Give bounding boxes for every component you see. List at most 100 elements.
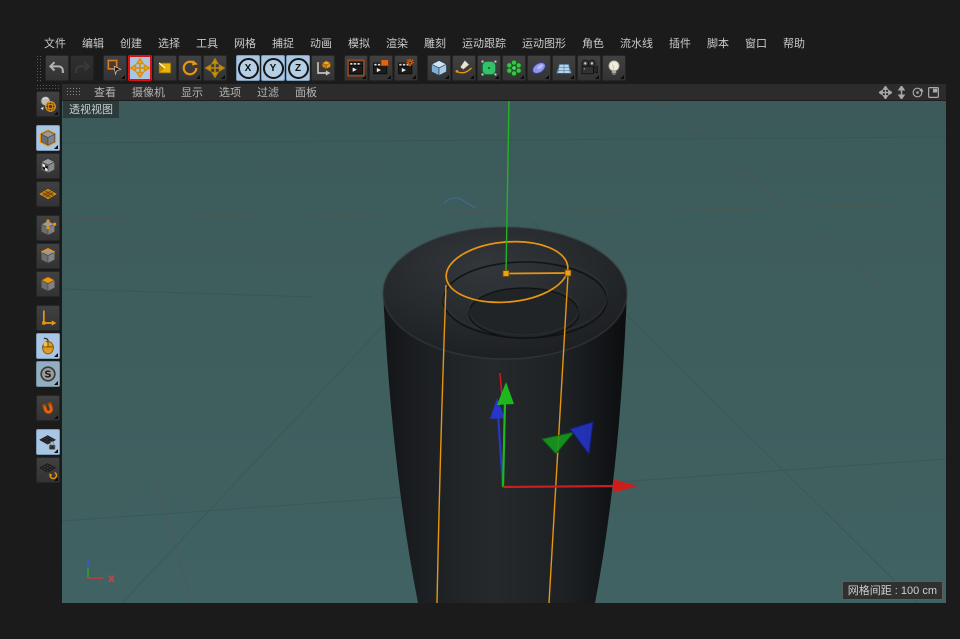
viewport-menu-item[interactable]: 过滤 <box>249 83 287 101</box>
application-window: 文件编辑创建选择工具网格捕捉动画模拟渲染雕刻运动跟踪运动图形角色流水线插件脚本窗… <box>0 0 960 639</box>
viewport-solo-button[interactable] <box>36 333 60 359</box>
subdivision-surface-button[interactable] <box>477 55 501 81</box>
viewport-canvas[interactable]: X <box>62 101 946 603</box>
menu-item[interactable]: 文件 <box>36 33 74 53</box>
pen-spline-button[interactable] <box>452 55 476 81</box>
move-tool-button[interactable] <box>128 55 152 81</box>
scale-tool-icon <box>155 58 175 78</box>
last-tool-icon <box>205 58 225 78</box>
viewport-grid-icon[interactable] <box>66 87 80 97</box>
last-tool-button[interactable] <box>203 55 227 81</box>
live-selection-button[interactable] <box>103 55 127 81</box>
svg-text:S: S <box>44 370 51 381</box>
make-editable-icon <box>38 94 58 114</box>
toolbar-drag-handle[interactable] <box>36 55 42 81</box>
snap-icon: S <box>38 364 58 384</box>
light-icon <box>604 58 624 78</box>
menu-item[interactable]: 帮助 <box>775 33 813 53</box>
edges-mode-icon <box>38 246 58 266</box>
scale-tool-button[interactable] <box>153 55 177 81</box>
menu-item[interactable]: 动画 <box>302 33 340 53</box>
menu-item[interactable]: 选择 <box>150 33 188 53</box>
menu-item[interactable]: 模拟 <box>340 33 378 53</box>
menu-item[interactable]: 运动图形 <box>514 33 574 53</box>
workplane-mode-button[interactable] <box>36 181 60 207</box>
camera-button[interactable] <box>577 55 601 81</box>
viewport-menu-item[interactable]: 面板 <box>287 83 325 101</box>
left-tool-palette: S <box>36 84 60 485</box>
y-axis-lock-button[interactable]: Y <box>261 55 285 81</box>
snap-button[interactable]: S <box>36 361 60 387</box>
menu-item[interactable]: 角色 <box>574 33 612 53</box>
viewport-pan-control[interactable] <box>878 85 892 99</box>
lock-workplane-button[interactable] <box>36 429 60 455</box>
edges-mode-button[interactable] <box>36 243 60 269</box>
zoom-icon <box>895 86 908 99</box>
z-axis-lock-button[interactable]: Z <box>286 55 310 81</box>
menu-item[interactable]: 脚本 <box>699 33 737 53</box>
viewport-menu-item[interactable]: 查看 <box>86 83 124 101</box>
menu-item[interactable]: 工具 <box>188 33 226 53</box>
palette-drag-handle[interactable] <box>36 84 60 89</box>
enable-axis-icon <box>38 308 58 328</box>
deformer-button[interactable] <box>527 55 551 81</box>
primitive-cube-button[interactable] <box>427 55 451 81</box>
menu-item[interactable]: 雕刻 <box>416 33 454 53</box>
polygons-mode-icon <box>38 274 58 294</box>
render-settings-button[interactable] <box>394 55 418 81</box>
menu-item[interactable]: 运动跟踪 <box>454 33 514 53</box>
world-axis-x-label: X <box>108 575 115 585</box>
viewport-zoom-control[interactable] <box>894 85 908 99</box>
viewport-maximize-control[interactable] <box>926 85 940 99</box>
perspective-viewport[interactable]: X 透视视图 网格间距 : 100 cm <box>62 100 946 602</box>
viewport-menu-item[interactable]: 显示 <box>173 83 211 101</box>
menu-item[interactable]: 窗口 <box>737 33 775 53</box>
redo-button[interactable] <box>70 55 94 81</box>
move-tool-icon <box>130 58 150 78</box>
coordinate-system-icon <box>313 58 333 78</box>
points-mode-button[interactable] <box>36 215 60 241</box>
grid-spacing-label: 网格间距 : 100 cm <box>842 581 943 600</box>
coordinate-system-button[interactable] <box>311 55 335 81</box>
main-toolbar: X Y Z <box>36 54 627 82</box>
render-picture-viewer-icon <box>371 58 391 78</box>
magnet-snap-icon <box>38 398 58 418</box>
viewport-menu-item[interactable]: 选项 <box>211 83 249 101</box>
undo-button[interactable] <box>45 55 69 81</box>
make-editable-button[interactable] <box>36 91 60 117</box>
workplane-transform-icon <box>38 460 58 480</box>
workplane-transform-button[interactable] <box>36 457 60 483</box>
magnet-snap-button[interactable] <box>36 395 60 421</box>
menu-item[interactable]: 创建 <box>112 33 150 53</box>
viewport-menu-item[interactable]: 摄像机 <box>124 83 173 101</box>
x-axis-lock-icon: X <box>238 58 259 79</box>
menu-item[interactable]: 渲染 <box>378 33 416 53</box>
viewport-solo-icon <box>38 336 58 356</box>
polygons-mode-button[interactable] <box>36 271 60 297</box>
menu-item[interactable]: 流水线 <box>612 33 661 53</box>
maximize-icon <box>927 86 940 99</box>
floor-environment-icon <box>554 58 574 78</box>
viewport-rotate-control[interactable] <box>910 85 924 99</box>
menu-item[interactable]: 插件 <box>661 33 699 53</box>
mograph-cloner-button[interactable] <box>502 55 526 81</box>
floor-environment-button[interactable] <box>552 55 576 81</box>
render-picture-viewer-button[interactable] <box>369 55 393 81</box>
menu-item[interactable]: 编辑 <box>74 33 112 53</box>
texture-mode-button[interactable] <box>36 153 60 179</box>
viewport-controls <box>876 85 946 99</box>
subdivision-surface-icon <box>479 58 499 78</box>
render-view-button[interactable] <box>344 55 368 81</box>
light-button[interactable] <box>602 55 626 81</box>
menu-item[interactable]: 网格 <box>226 33 264 53</box>
workplane-mode-icon <box>38 184 58 204</box>
enable-axis-button[interactable] <box>36 305 60 331</box>
x-axis-lock-button[interactable]: X <box>236 55 260 81</box>
viewport-name-label: 透视视图 <box>63 101 119 118</box>
model-mode-button[interactable] <box>36 125 60 151</box>
viewport-menu-bar: 查看摄像机显示选项过滤面板 <box>62 84 946 100</box>
texture-mode-icon <box>38 156 58 176</box>
rotate-tool-button[interactable] <box>178 55 202 81</box>
menu-item[interactable]: 捕捉 <box>264 33 302 53</box>
mograph-cloner-icon <box>504 58 524 78</box>
